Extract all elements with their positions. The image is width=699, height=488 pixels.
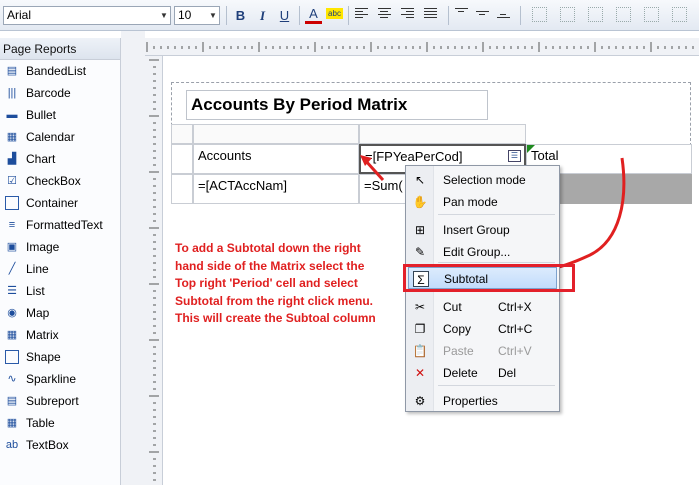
menu-separator bbox=[438, 214, 555, 215]
menu-item-copy[interactable]: ❐ Copy Ctrl+C bbox=[408, 318, 557, 340]
menu-item-paste[interactable]: 📋 Paste Ctrl+V bbox=[408, 340, 557, 362]
subtotal-highlight-box bbox=[403, 264, 575, 292]
menu-item-pan-mode[interactable]: ✋ Pan mode bbox=[408, 191, 557, 213]
menu-separator bbox=[438, 385, 555, 386]
menu-item-label: Copy bbox=[443, 322, 472, 336]
menu-item-shortcut: Ctrl+V bbox=[498, 344, 532, 358]
menu-item-label: Cut bbox=[443, 300, 462, 314]
menu-item-shortcut: Ctrl+C bbox=[498, 322, 533, 336]
paste-icon: 📋 bbox=[412, 344, 428, 358]
menu-item-shortcut: Del bbox=[498, 366, 517, 380]
menu-item-edit-group[interactable]: ✎ Edit Group... bbox=[408, 241, 557, 263]
copy-icon: ❐ bbox=[414, 322, 426, 336]
insert-group-icon: ⊞ bbox=[414, 223, 426, 237]
menu-item-label: Delete bbox=[443, 366, 478, 380]
menu-item-properties[interactable]: ⚙ Properties bbox=[408, 390, 557, 412]
scissors-icon: ✂ bbox=[414, 300, 426, 314]
annotation-text: To add a Subtotal down the right hand si… bbox=[175, 241, 376, 325]
properties-icon: ⚙ bbox=[414, 394, 426, 408]
pointer-icon: ↖ bbox=[414, 173, 426, 187]
menu-item-label: Pan mode bbox=[443, 195, 498, 209]
menu-item-label: Insert Group bbox=[443, 223, 510, 237]
menu-item-selection-mode[interactable]: ↖ Selection mode bbox=[408, 169, 557, 191]
pointer-arrow bbox=[363, 158, 385, 182]
menu-item-label: Properties bbox=[443, 394, 498, 408]
menu-item-label: Edit Group... bbox=[443, 245, 511, 259]
menu-item-shortcut: Ctrl+X bbox=[498, 300, 532, 314]
menu-item-insert-group[interactable]: ⊞ Insert Group bbox=[408, 219, 557, 241]
menu-item-delete[interactable]: ✕ Delete Del bbox=[408, 362, 557, 384]
menu-item-cut[interactable]: ✂ Cut Ctrl+X bbox=[408, 296, 557, 318]
menu-item-label: Selection mode bbox=[443, 173, 526, 187]
menu-item-label: Paste bbox=[443, 344, 474, 358]
hand-icon: ✋ bbox=[412, 195, 428, 209]
delete-icon: ✕ bbox=[414, 366, 426, 380]
edit-group-icon: ✎ bbox=[414, 245, 426, 259]
